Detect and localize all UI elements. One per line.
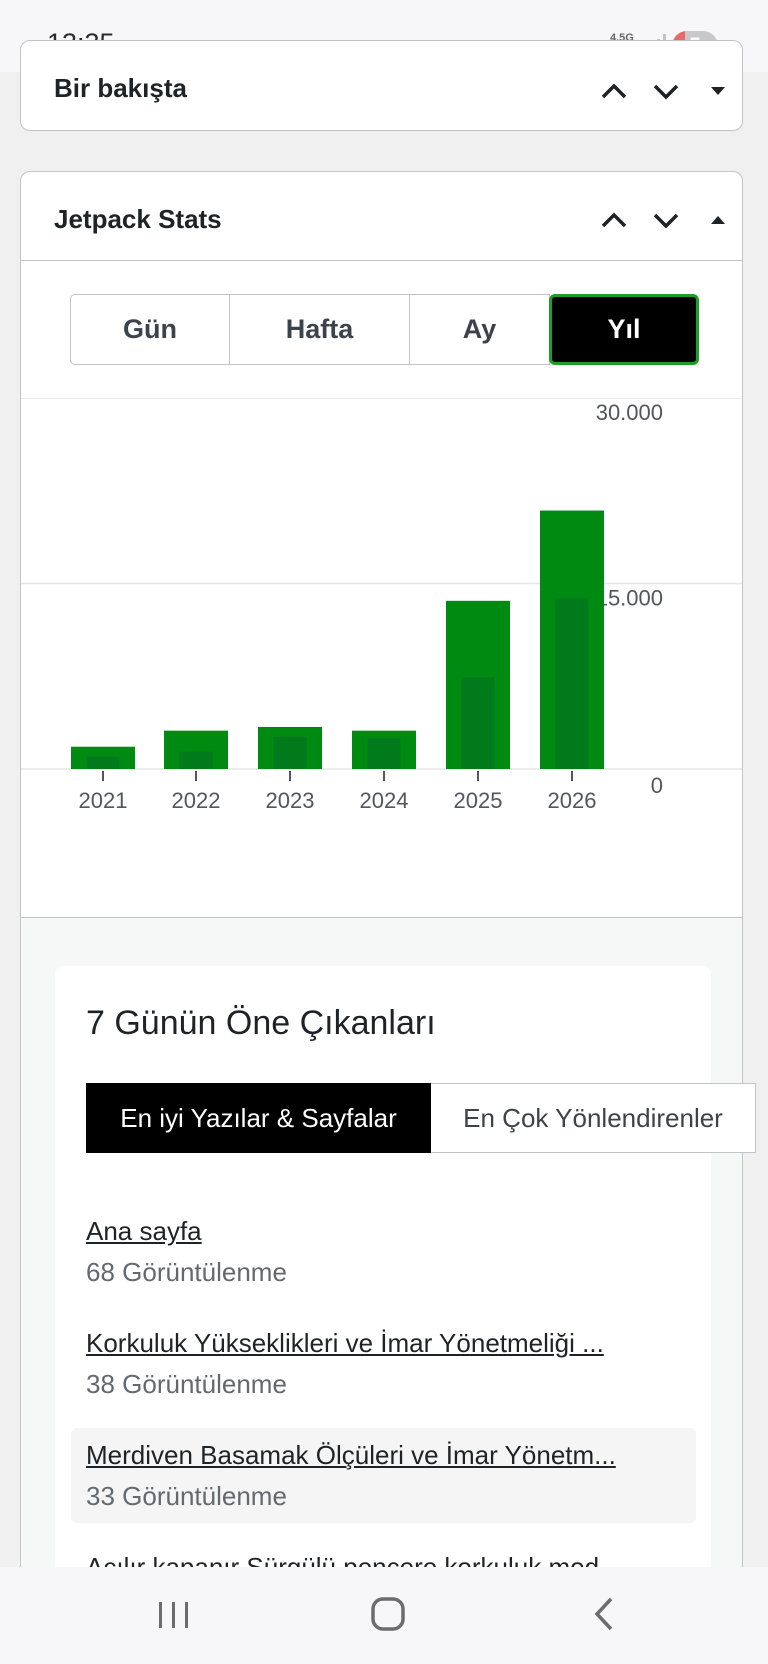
- x-tick-label: 2023: [266, 788, 315, 813]
- post-title-link[interactable]: Korkuluk Yükseklikleri ve İmar Yönetmeli…: [86, 1328, 646, 1359]
- post-views: 68 Görüntülenme: [86, 1257, 287, 1287]
- chevron-down-icon: [653, 213, 679, 229]
- toggle-panel-button[interactable]: [701, 74, 735, 108]
- move-down-button[interactable]: [649, 203, 683, 237]
- x-tick-label: 2025: [454, 788, 503, 813]
- bar-inner: [273, 736, 307, 769]
- highlights-title: 7 Günün Öne Çıkanları: [86, 1004, 436, 1042]
- chevron-up-icon: [601, 83, 627, 99]
- post-item[interactable]: Ana sayfa 68 Görüntülenme: [71, 1204, 696, 1299]
- move-up-button[interactable]: [597, 74, 631, 108]
- x-tick-label: 2021: [79, 788, 128, 813]
- post-title-link[interactable]: Merdiven Basamak Ölçüleri ve İmar Yönetm…: [86, 1440, 646, 1471]
- stats-card-title: Jetpack Stats: [54, 204, 222, 234]
- at-a-glance-title: Bir bakışta: [54, 73, 187, 103]
- post-views: 38 Görüntülenme: [86, 1369, 287, 1399]
- post-item[interactable]: Merdiven Basamak Ölçüleri ve İmar Yönetm…: [71, 1428, 696, 1523]
- move-up-button[interactable]: [597, 203, 631, 237]
- y-tick-label: 15.000: [596, 586, 663, 611]
- home-icon[interactable]: [358, 1589, 418, 1639]
- post-item[interactable]: Korkuluk Yükseklikleri ve İmar Yönetmeli…: [71, 1316, 696, 1411]
- at-a-glance-card: Bir bakışta: [20, 40, 743, 131]
- tab-top-posts[interactable]: En iyi Yazılar & Sayfalar: [86, 1083, 431, 1153]
- period-year-button[interactable]: Yıl: [549, 294, 699, 365]
- chevron-up-icon: [601, 212, 627, 228]
- move-down-button[interactable]: [649, 74, 683, 108]
- tab-top-referrers[interactable]: En Çok Yönlendirenler: [431, 1083, 756, 1153]
- stats-card-header: Jetpack Stats: [21, 172, 742, 261]
- period-week-button[interactable]: Hafta: [229, 294, 410, 365]
- period-month-button[interactable]: Ay: [409, 294, 550, 365]
- stats-chart-svg: 0 15.000 30.000 2021 2022 2023 2024 2025 2026: [21, 398, 742, 813]
- post-title-link[interactable]: Ana sayfa: [86, 1216, 646, 1247]
- recents-icon[interactable]: [143, 1589, 203, 1639]
- x-tick-label: 2026: [548, 788, 597, 813]
- highlights-tabs: En iyi Yazılar & Sayfalar En Çok Yönlend…: [86, 1083, 756, 1153]
- bar-inner: [555, 598, 589, 769]
- bar-inner: [367, 738, 401, 769]
- post-views: 33 Görüntülenme: [86, 1481, 287, 1511]
- caret-down-icon: [711, 87, 725, 95]
- x-tick-label: 2024: [360, 788, 409, 813]
- period-day-button[interactable]: Gün: [70, 294, 230, 365]
- stats-chart: 0 15.000 30.000 2021 2022 2023 2024 2025 2026: [21, 398, 742, 918]
- highlights-section: 7 Günün Öne Çıkanları En iyi Yazılar & S…: [20, 918, 756, 1586]
- period-selector: Gün Hafta Ay Yıl: [70, 294, 700, 365]
- chevron-down-icon: [653, 84, 679, 100]
- caret-up-icon: [711, 216, 725, 224]
- highlights-card: 7 Günün Öne Çıkanları En iyi Yazılar & S…: [55, 966, 756, 1586]
- bar-inner: [461, 677, 495, 769]
- bar-inner: [179, 751, 213, 769]
- y-tick-label: 0: [651, 773, 663, 798]
- y-tick-label: 30.000: [596, 400, 663, 425]
- back-icon[interactable]: [573, 1589, 633, 1639]
- bar-inner: [86, 756, 120, 769]
- system-nav-bar: [0, 1567, 768, 1664]
- toggle-panel-button[interactable]: [701, 203, 735, 237]
- x-tick-label: 2022: [172, 788, 221, 813]
- jetpack-stats-card: Jetpack Stats Gün Hafta Ay Yıl 0 15.000 30…: [20, 171, 743, 918]
